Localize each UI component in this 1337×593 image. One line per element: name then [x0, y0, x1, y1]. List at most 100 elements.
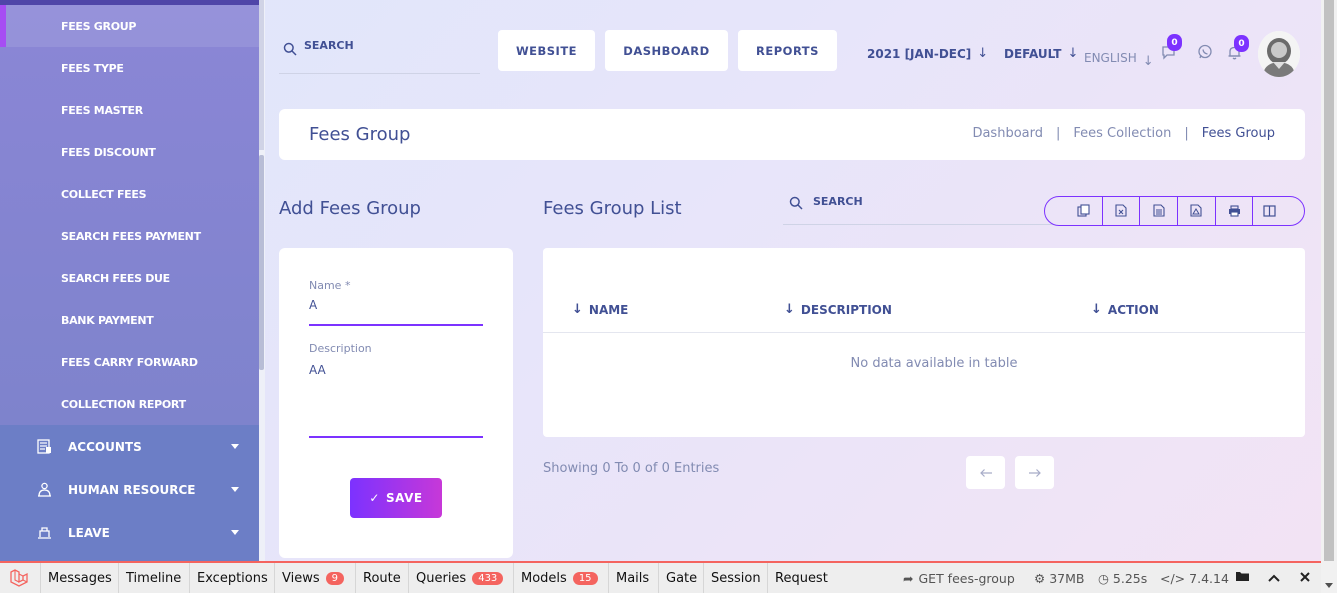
session-value: 2021 [JAN-DEC] [867, 46, 972, 61]
laravel-logo-icon[interactable] [9, 568, 29, 592]
debugbar-tab-models[interactable]: Models 15 [513, 563, 605, 593]
table-entries-info: Showing 0 To 0 of 0 Entries [543, 461, 720, 476]
copy-button[interactable] [1045, 197, 1103, 225]
sidebar-item-label: FEES DISCOUNT [61, 145, 156, 159]
header-search [279, 32, 480, 74]
debugbar-tab-session[interactable]: Session [703, 563, 768, 593]
header-search-input[interactable] [304, 39, 464, 52]
sidebar-item-search-fees-due[interactable]: SEARCH FEES DUE [0, 257, 259, 299]
excel-button[interactable] [1103, 197, 1141, 225]
print-button[interactable] [1216, 197, 1254, 225]
page-scrollbar[interactable] [1321, 0, 1337, 593]
sidebar-item-accounts[interactable]: ACCOUNTS [0, 425, 259, 468]
sidebar-item-human-resource[interactable]: HUMAN RESOURCE [0, 468, 259, 511]
debugbar-count-badge: 9 [325, 571, 344, 585]
fees-group-list-heading: Fees Group List [543, 198, 682, 219]
notifications-badge: 0 [1234, 35, 1249, 52]
style-value: DEFAULT [1004, 46, 1062, 61]
sidebar-item-collect-fees[interactable]: COLLECT FEES [0, 173, 259, 215]
columns-button[interactable] [1253, 197, 1304, 225]
breadcrumb-fees-group[interactable]: Fees Group [1202, 126, 1275, 141]
sidebar-scrollbar[interactable] [259, 0, 265, 561]
column-header-description[interactable]: ↓ DESCRIPTION [784, 302, 892, 317]
debugbar-count-badge: 15 [572, 571, 598, 585]
debugbar-open-button[interactable] [1231, 563, 1253, 593]
description-field[interactable]: AA [309, 361, 483, 438]
fees-group-table: ↓ NAME ↓ DESCRIPTION ↓ ACTION No data avail… [543, 248, 1305, 437]
sidebar-item-collection-report[interactable]: COLLECTION REPORT [0, 383, 259, 425]
debugbar-php-value: 7.4.14 [1189, 570, 1229, 586]
name-field[interactable] [309, 296, 483, 326]
breadcrumb-fees-collection[interactable]: Fees Collection [1073, 126, 1171, 141]
sidebar-item-fees-group[interactable]: FEES GROUP [0, 5, 259, 47]
website-button[interactable]: WEBSITE [498, 30, 595, 71]
table-header-divider [543, 332, 1305, 333]
debugbar-tab-label: Mails [616, 570, 650, 586]
pdf-button[interactable] [1178, 197, 1216, 225]
debugbar-tab-label: Timeline [126, 570, 182, 586]
table-export-buttons [1044, 196, 1305, 226]
debugbar-tab-label: Request [775, 570, 828, 586]
debugbar-tab-route[interactable]: Route [355, 563, 408, 593]
debugbar-tab-exceptions[interactable]: Exceptions [189, 563, 275, 593]
session-select[interactable]: 2021 [JAN-DEC] ↓ [867, 46, 988, 61]
sidebar-item-fees-type[interactable]: FEES TYPE [0, 47, 259, 89]
debugbar-tab-gate[interactable]: Gate [658, 563, 704, 593]
arrow-down-icon: ↓ [1142, 54, 1154, 69]
debugbar-tab-mails[interactable]: Mails [608, 563, 656, 593]
sidebar-item-bank-payment[interactable]: BANK PAYMENT [0, 299, 259, 341]
sidebar-item-label: BANK PAYMENT [61, 313, 154, 327]
debugbar-tab-views[interactable]: Views 9 [274, 563, 351, 593]
scroll-down-icon[interactable] [1325, 583, 1333, 588]
sort-arrow-icon: ↓ [572, 302, 583, 317]
language-select[interactable]: ENGLISH ↓ [1084, 46, 1154, 70]
debugbar-memory: ⚙ 37MB [1034, 563, 1085, 593]
leave-icon [36, 525, 52, 541]
style-select[interactable]: DEFAULT ↓ [1004, 46, 1078, 61]
user-avatar-icon [1258, 31, 1300, 77]
page-title-card: Fees Group Dashboard | Fees Collection |… [279, 109, 1305, 160]
search-icon [283, 41, 297, 60]
list-search-input[interactable] [813, 195, 1013, 208]
debugbar-tab-queries[interactable]: Queries 433 [408, 563, 510, 593]
debugbar-tab-messages[interactable]: Messages [40, 563, 119, 593]
reports-button[interactable]: REPORTS [738, 30, 837, 71]
sidebar-item-fees-carry-forward[interactable]: FEES CARRY FORWARD [0, 341, 259, 383]
sidebar-scrollbar-thumb[interactable] [259, 155, 264, 370]
debugbar-tab-timeline[interactable]: Timeline [118, 563, 188, 593]
sidebar-item-label: ACCOUNTS [68, 439, 142, 454]
csv-button[interactable] [1140, 197, 1178, 225]
breadcrumb-dashboard[interactable]: Dashboard [972, 126, 1043, 141]
debugbar-request-info[interactable]: ➦ GET fees-group [903, 563, 1015, 593]
chevron-down-icon [231, 487, 239, 492]
name-label: Name * [309, 279, 351, 292]
column-header-label: NAME [588, 302, 629, 317]
sidebar-scrollbar-track-top [259, 0, 264, 150]
debugbar-expand-button[interactable] [1263, 563, 1285, 593]
debugbar-tab-label: Exceptions [197, 570, 268, 586]
clock-icon: ◷ [1098, 570, 1109, 586]
page-scrollbar-thumb[interactable] [1324, 0, 1334, 561]
sidebar: FEES GROUP FEES TYPE FEES MASTER FEES DI… [0, 0, 259, 561]
next-page-button[interactable] [1015, 456, 1054, 489]
debugbar-close-button[interactable] [1294, 563, 1316, 593]
cogs-icon: ⚙ [1034, 570, 1046, 586]
debugbar-tab-request[interactable]: Request [767, 563, 835, 593]
whatsapp-button[interactable] [1195, 44, 1215, 64]
sidebar-item-leave[interactable]: LEAVE [0, 511, 259, 554]
sidebar-item-fees-discount[interactable]: FEES DISCOUNT [0, 131, 259, 173]
save-button[interactable]: ✓ SAVE [350, 478, 442, 518]
sidebar-item-fees-master[interactable]: FEES MASTER [0, 89, 259, 131]
sidebar-item-label: COLLECTION REPORT [61, 397, 186, 411]
column-header-action[interactable]: ↓ ACTION [1091, 302, 1159, 317]
sidebar-item-search-fees-payment[interactable]: SEARCH FEES PAYMENT [0, 215, 259, 257]
close-icon [1300, 571, 1310, 586]
dashboard-button[interactable]: DASHBOARD [605, 30, 728, 71]
language-value: ENGLISH [1084, 50, 1137, 65]
list-search [783, 187, 1053, 225]
column-header-name[interactable]: ↓ NAME [572, 302, 628, 317]
copy-icon [1077, 202, 1090, 221]
avatar[interactable] [1258, 31, 1300, 77]
sidebar-item-label: HUMAN RESOURCE [68, 482, 196, 497]
previous-page-button[interactable] [966, 456, 1005, 489]
